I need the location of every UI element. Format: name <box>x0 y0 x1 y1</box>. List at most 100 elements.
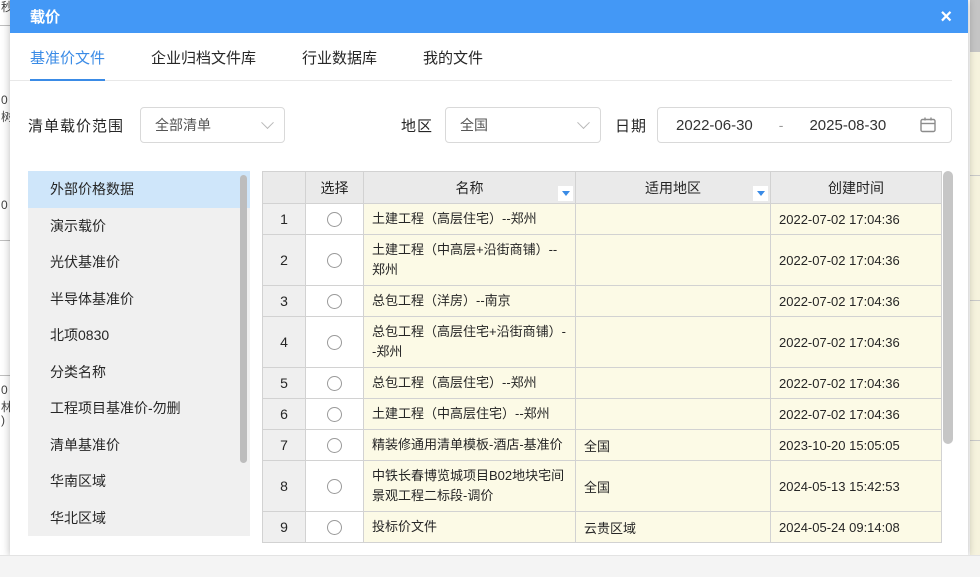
row-region: 全国 <box>576 461 771 512</box>
background-text-fragment: 0 <box>1 383 8 397</box>
row-created-time: 2024-05-24 09:14:08 <box>771 512 942 543</box>
filter-triangle <box>757 191 765 196</box>
date-start-value[interactable]: 2022-06-30 <box>676 117 753 134</box>
radio-button[interactable] <box>327 253 342 268</box>
table-row[interactable]: 6 土建工程（中高层住宅）--郑州 2022-07-02 17:04:36 <box>263 399 942 430</box>
sidebar-item[interactable]: 光伏基准价 <box>28 244 250 281</box>
column-header-select: 选择 <box>306 172 364 204</box>
radio-button[interactable] <box>327 520 342 535</box>
filter-bar: 清单载价范围 全部清单 地区 全国 日期 2022-06-30 - 2025-0… <box>28 107 968 143</box>
row-created-time: 2022-07-02 17:04:36 <box>771 399 942 430</box>
background-text-fragment: 0 <box>1 198 8 212</box>
row-index: 6 <box>263 399 306 430</box>
sidebar-item[interactable]: 清单基准价 <box>28 427 250 464</box>
row-region <box>576 399 771 430</box>
sidebar-item[interactable]: 工程项目基准价-勿删 <box>28 390 250 427</box>
table-row[interactable]: 8中铁长春博览城项目B02地块宅间景观工程二标段-调价全国2024-05-13 … <box>263 461 942 512</box>
row-name: 土建工程（中高层住宅）--郑州 <box>364 399 576 430</box>
row-index: 7 <box>263 430 306 461</box>
table-row[interactable]: 9投标价文件云贵区域2024-05-24 09:14:08 <box>263 512 942 543</box>
radio-button[interactable] <box>327 376 342 391</box>
dialog-header: 载价 × <box>10 0 968 33</box>
row-name: 总包工程（高层住宅）--郑州 <box>364 368 576 399</box>
background-gridline <box>0 25 10 26</box>
dialog-content: 外部价格数据演示载价光伏基准价半导体基准价北项0830分类名称工程项目基准价-勿… <box>10 171 968 543</box>
sidebar-item[interactable]: 演示载价 <box>28 208 250 245</box>
sidebar-item[interactable]: 华北区域 <box>28 500 250 537</box>
row-select-cell <box>306 317 364 368</box>
scope-label: 清单载价范围 <box>28 115 124 136</box>
filter-icon[interactable] <box>753 186 768 201</box>
background-left-strip: 秒0树00林) <box>0 0 10 577</box>
scope-select[interactable]: 全部清单 <box>140 107 285 143</box>
row-name: 精装修通用清单模板-酒店-基准价 <box>364 430 576 461</box>
table-row[interactable]: 3总包工程（洋房）--南京2022-07-02 17:04:36 <box>263 286 942 317</box>
chevron-down-icon <box>261 116 274 129</box>
column-header-created: 创建时间 <box>771 172 942 204</box>
sidebar-item[interactable]: 北项0830 <box>28 317 250 354</box>
filter-icon[interactable] <box>558 186 573 201</box>
table-row[interactable]: 7精装修通用清单模板-酒店-基准价全国2023-10-20 15:05:05 <box>263 430 942 461</box>
row-index: 4 <box>263 317 306 368</box>
sidebar-scrollbar-thumb[interactable] <box>240 175 247 463</box>
table-row[interactable]: 4总包工程（高层住宅+沿街商铺）--郑州2022-07-02 17:04:36 <box>263 317 942 368</box>
radio-button[interactable] <box>327 407 342 422</box>
sidebar-item[interactable]: 外部价格数据 <box>28 171 250 208</box>
region-select-value: 全国 <box>460 115 488 135</box>
date-end-value[interactable]: 2025-08-30 <box>809 117 886 134</box>
radio-button[interactable] <box>327 212 342 227</box>
category-list: 外部价格数据演示载价光伏基准价半导体基准价北项0830分类名称工程项目基准价-勿… <box>28 171 250 536</box>
table-scrollbar[interactable] <box>942 171 954 539</box>
date-range-picker[interactable]: 2022-06-30 - 2025-08-30 <box>657 107 952 143</box>
row-select-cell <box>306 235 364 286</box>
load-price-dialog: 载价 × 基准价文件 企业归档文件库 行业数据库 我的文件 清单载价范围 全部清… <box>10 0 968 556</box>
background-text-fragment: 秒 <box>1 0 10 15</box>
dialog-title: 载价 <box>30 6 60 27</box>
row-name: 投标价文件 <box>364 512 576 543</box>
row-select-cell <box>306 204 364 235</box>
sidebar-item[interactable]: 华南区域 <box>28 463 250 500</box>
tab-bar: 基准价文件 企业归档文件库 行业数据库 我的文件 <box>10 33 952 81</box>
sidebar-item[interactable]: 半导体基准价 <box>28 281 250 318</box>
column-header-region-label: 适用地区 <box>645 180 701 196</box>
row-created-time: 2024-05-13 15:42:53 <box>771 461 942 512</box>
row-created-time: 2022-07-02 17:04:36 <box>771 286 942 317</box>
background-text-fragment: ) <box>1 413 5 427</box>
calendar-icon <box>919 116 937 134</box>
radio-button[interactable] <box>327 294 342 309</box>
background-gridline <box>970 300 980 301</box>
date-separator: - <box>779 117 784 133</box>
column-header-region: 适用地区 <box>576 172 771 204</box>
region-select[interactable]: 全国 <box>445 107 601 143</box>
table-row[interactable]: 5总包工程（高层住宅）--郑州2022-07-02 17:04:36 <box>263 368 942 399</box>
background-gridline <box>970 175 980 176</box>
row-select-cell <box>306 399 364 430</box>
filter-triangle <box>562 191 570 196</box>
row-name: 土建工程（高层住宅）--郑州 <box>364 204 576 235</box>
row-region: 云贵区域 <box>576 512 771 543</box>
date-label: 日期 <box>615 115 647 136</box>
chevron-down-icon <box>577 116 590 129</box>
row-select-cell <box>306 368 364 399</box>
column-header-index <box>263 172 306 204</box>
radio-button[interactable] <box>327 335 342 350</box>
background-gridline <box>970 440 980 441</box>
background-text-fragment: 0 <box>1 93 8 107</box>
tab-enterprise-archive[interactable]: 企业归档文件库 <box>151 47 256 81</box>
tab-my-files[interactable]: 我的文件 <box>423 47 483 81</box>
radio-button[interactable] <box>327 438 342 453</box>
background-text-fragment: 树 <box>1 108 10 125</box>
table-row[interactable]: 1土建工程（高层住宅）--郑州2022-07-02 17:04:36 <box>263 204 942 235</box>
radio-button[interactable] <box>327 479 342 494</box>
sidebar-item[interactable]: 分类名称 <box>28 354 250 391</box>
table-scrollbar-thumb[interactable] <box>943 171 953 444</box>
close-icon[interactable]: × <box>940 7 952 27</box>
tab-industry-database[interactable]: 行业数据库 <box>302 47 377 81</box>
row-region <box>576 204 771 235</box>
tab-base-price-files[interactable]: 基准价文件 <box>30 47 105 81</box>
price-table-body: 1土建工程（高层住宅）--郑州2022-07-02 17:04:362土建工程（… <box>263 204 942 543</box>
column-header-name: 名称 <box>364 172 576 204</box>
row-region <box>576 368 771 399</box>
table-row[interactable]: 2土建工程（中高层+沿街商铺）--郑州2022-07-02 17:04:36 <box>263 235 942 286</box>
row-name: 总包工程（洋房）--南京 <box>364 286 576 317</box>
